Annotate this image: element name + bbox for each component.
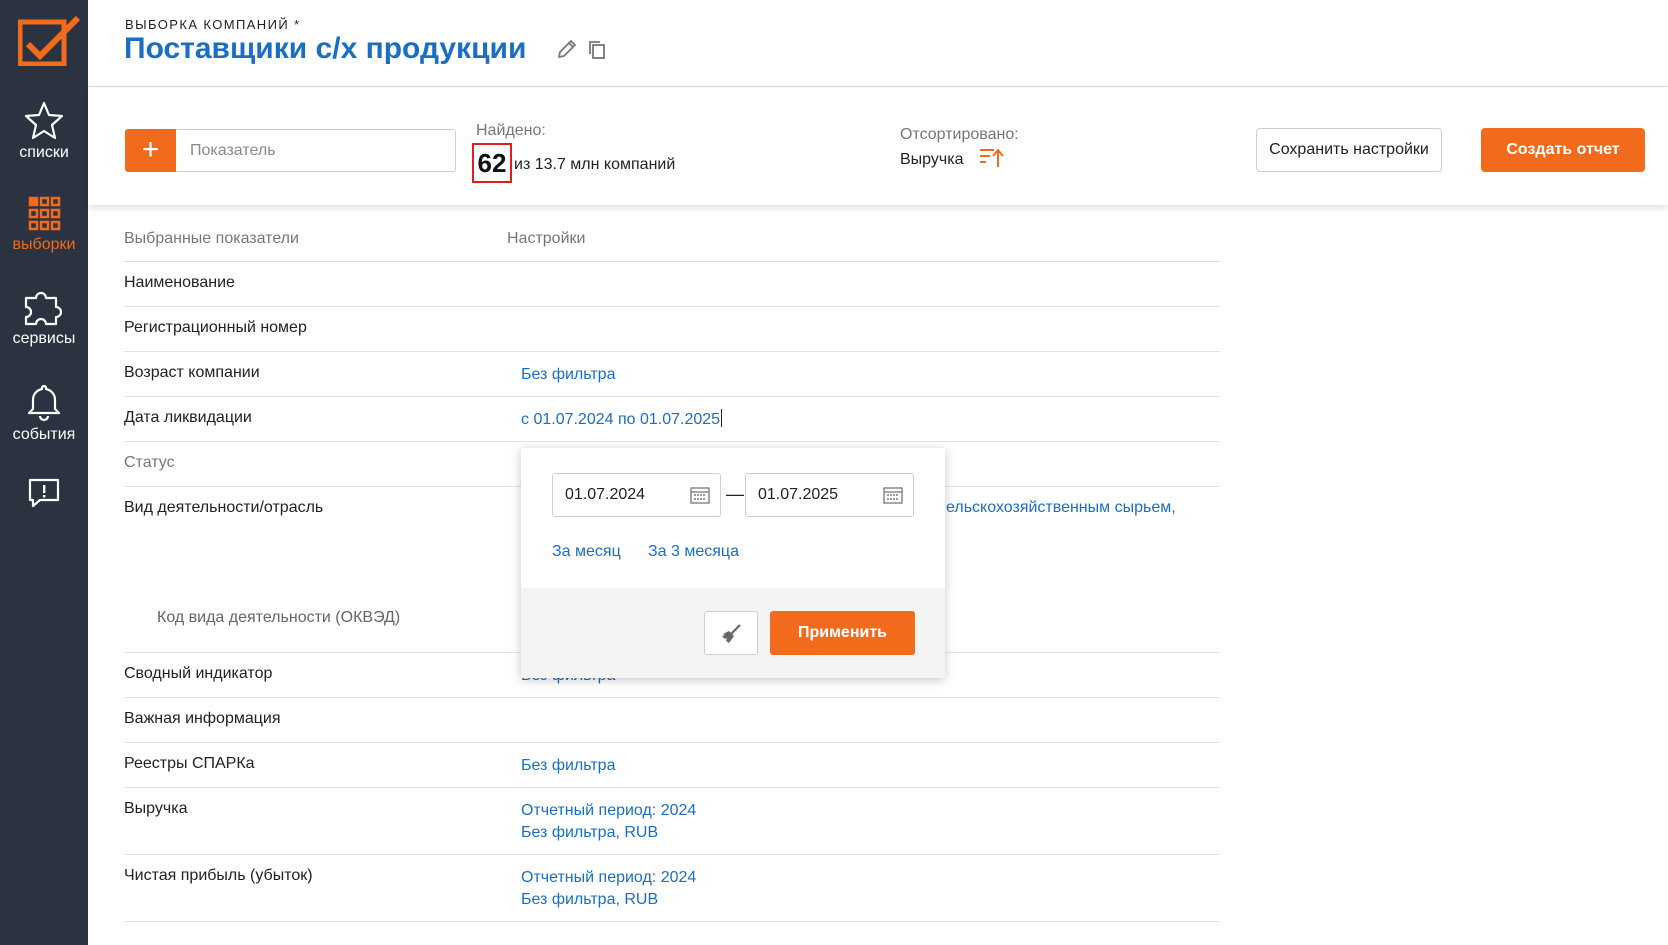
date-to-input[interactable] (758, 474, 878, 516)
calendar-icon[interactable] (690, 486, 710, 504)
clear-filter-button[interactable] (704, 611, 758, 655)
indicator-setting-link[interactable]: с 01.07.2024 по 01.07.2025 (521, 409, 722, 431)
quick-range-month[interactable]: За месяц (552, 543, 621, 561)
indicator-input[interactable] (176, 129, 456, 172)
found-total: из 13.7 млн компаний (514, 156, 676, 173)
sidebar-item-label: списки (19, 144, 69, 161)
popup-body: — За месяц За 3 месяца (521, 448, 945, 588)
broom-icon (722, 624, 741, 643)
sidebar-item-label: события (12, 426, 76, 443)
pencil-icon[interactable] (556, 38, 578, 60)
indicator-name: Наименование (124, 274, 235, 291)
table-row: Регистрационный номер (124, 307, 1220, 352)
indicator-name: Статус (124, 454, 175, 471)
toolbar: + Найдено: 62 из 13.7 млн компаний Отсор… (88, 88, 1668, 205)
feedback-button[interactable] (0, 476, 88, 514)
puzzle-icon (24, 291, 63, 326)
table-row: Реестры СПАРКа Без фильтра (124, 743, 1220, 788)
indicator-name: Выручка (124, 800, 188, 817)
indicator-setting-link[interactable]: Отчетный период: 2024 (521, 867, 696, 889)
sort-ascending-icon[interactable] (978, 147, 1004, 169)
add-indicator-button[interactable]: + (125, 129, 176, 172)
date-from-input[interactable] (565, 474, 685, 516)
sidebar-item-services[interactable]: сервисы (0, 288, 88, 348)
grid-icon (28, 196, 61, 231)
page-header: ВЫБОРКА КОМПАНИЙ * Поставщики с/х продук… (88, 0, 1668, 87)
table-row: Чистая прибыль (убыток) Отчетный период:… (124, 855, 1220, 922)
table-row: Возраст компании Без фильтра (124, 352, 1220, 397)
date-from-field[interactable] (552, 473, 721, 517)
feedback-icon (28, 478, 60, 508)
page-subtitle: ВЫБОРКА КОМПАНИЙ * (125, 17, 301, 32)
table-row: Важная информация (124, 698, 1220, 743)
logo-icon[interactable] (18, 14, 82, 66)
calendar-icon[interactable] (883, 486, 903, 504)
sorted-value[interactable]: Выручка (900, 151, 963, 169)
copy-icon[interactable] (588, 40, 606, 60)
indicator-setting-link[interactable]: Отчетный период: 2024 (521, 800, 696, 822)
column-header-settings: Настройки (507, 230, 586, 247)
found-label: Найдено: (476, 122, 546, 139)
column-header-indicators: Выбранные показатели (124, 230, 299, 247)
date-to-field[interactable] (745, 473, 914, 517)
quick-range-3months[interactable]: За 3 месяца (648, 543, 739, 561)
sidebar-item-events[interactable]: события (0, 382, 88, 444)
indicator-setting-link[interactable]: Без фильтра (521, 755, 615, 777)
bell-icon (27, 384, 61, 422)
indicator-name: Вид деятельности/отрасль (124, 499, 324, 516)
indicator-setting-link[interactable]: Без фильтра, RUB (521, 822, 658, 844)
date-range-popup: — За месяц За 3 месяца Применить (521, 448, 945, 678)
star-icon (24, 101, 64, 140)
indicator-name: Реестры СПАРКа (124, 755, 255, 772)
indicator-setting-link[interactable]: Без фильтра (521, 364, 615, 386)
indicator-name: Чистая прибыль (убыток) (124, 867, 313, 884)
table-row: Выручка Отчетный период: 2024 Без фильтр… (124, 788, 1220, 855)
page-title: Поставщики с/х продукции (124, 32, 527, 65)
sidebar: списки выборки сервисы события (0, 0, 88, 945)
indicator-name: Возраст компании (124, 364, 260, 381)
indicator-subname: Код вида деятельности (ОКВЭД) (157, 609, 401, 626)
sorted-label: Отсортировано: (900, 126, 1019, 143)
apply-button[interactable]: Применить (770, 611, 915, 655)
sidebar-item-label: выборки (12, 236, 76, 253)
sidebar-item-label: сервисы (12, 330, 76, 347)
sidebar-item-selections[interactable]: выборки (0, 196, 88, 254)
table-row: Наименование (124, 262, 1220, 307)
sidebar-item-lists[interactable]: списки (0, 100, 88, 162)
indicator-name: Дата ликвидации (124, 409, 252, 426)
indicator-name: Регистрационный номер (124, 319, 307, 336)
table-header: Выбранные показатели Настройки (124, 220, 1220, 262)
indicator-setting-link[interactable]: Без фильтра, RUB (521, 889, 658, 911)
range-separator: — (726, 484, 744, 504)
save-settings-button[interactable]: Сохранить настройки (1256, 128, 1442, 172)
table-row: Дата ликвидации с 01.07.2024 по 01.07.20… (124, 397, 1220, 442)
indicator-name: Сводный индикатор (124, 665, 273, 682)
found-count: 62 (472, 143, 512, 183)
indicator-setting-link[interactable]: ельскохозяйственным сырьем, (946, 499, 1176, 517)
create-report-button[interactable]: Создать отчет (1481, 128, 1645, 172)
indicator-name: Важная информация (124, 710, 281, 727)
